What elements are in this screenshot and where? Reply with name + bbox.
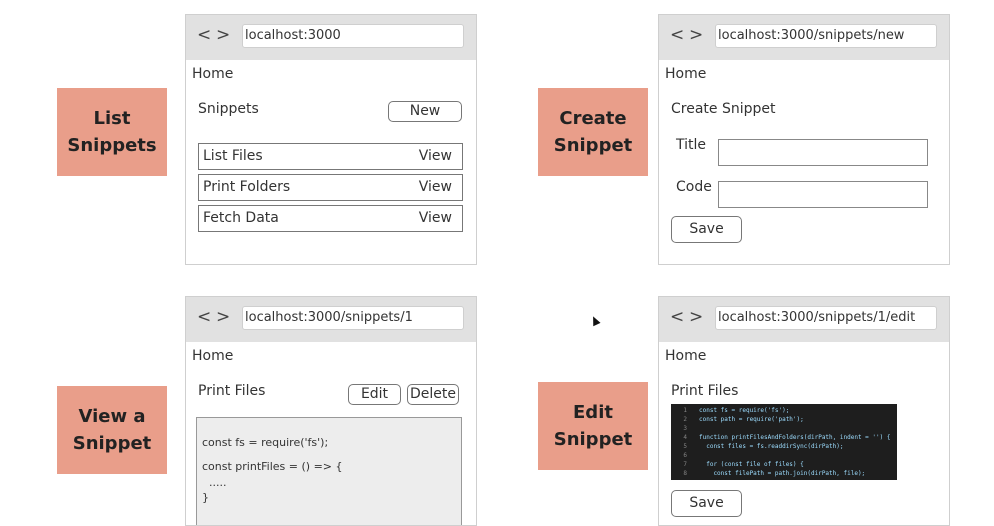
edit-button[interactable]: Edit (348, 384, 401, 405)
browser-toolbar: < > localhost:3000 (186, 15, 476, 60)
editor-line: 5 const files = fs.readdirSync(dirPath); (671, 442, 844, 451)
code-editor[interactable]: 1 const fs = require('fs'); 2 const path =… (671, 404, 897, 480)
browser-list-snippets: < > localhost:3000 Home Snippets New Lis… (185, 14, 477, 265)
url-bar[interactable]: localhost:3000/snippets/new (715, 24, 937, 48)
forward-icon[interactable]: > (216, 25, 230, 45)
browser-edit-snippet: < > localhost:3000/snippets/1/edit Home … (658, 296, 950, 526)
snippet-name: Print Folders (203, 179, 291, 195)
page-title: Create Snippet (671, 101, 776, 117)
new-button[interactable]: New (388, 101, 462, 122)
home-link[interactable]: Home (192, 348, 233, 364)
editor-line: 1 const fs = require('fs'); (671, 406, 789, 415)
url-bar[interactable]: localhost:3000 (242, 24, 464, 48)
line-text: const files = fs.readdirSync(dirPath); (699, 443, 844, 450)
label-line: Snippet (72, 433, 152, 454)
title-label: Title (676, 137, 707, 153)
list-item[interactable]: Print Folders View (198, 174, 463, 201)
home-link[interactable]: Home (665, 66, 706, 82)
label-line: Snippet (553, 429, 633, 450)
home-link[interactable]: Home (192, 66, 233, 82)
save-button[interactable]: Save (671, 490, 742, 517)
view-link[interactable]: View (419, 206, 452, 230)
home-link[interactable]: Home (665, 348, 706, 364)
label-line: List (93, 108, 131, 129)
editor-line: 8 const filePath = path.join(dirPath, fi… (671, 469, 865, 478)
view-link[interactable]: View (419, 144, 452, 168)
label-list-snippets: List Snippets (57, 88, 167, 176)
label-edit-snippet: Edit Snippet (538, 382, 648, 470)
editor-line: 7 for (const file of files) { (671, 460, 804, 469)
code-line: const fs = require('fs'); (202, 436, 329, 449)
list-item[interactable]: Fetch Data View (198, 205, 463, 232)
line-number: 4 (683, 434, 687, 441)
code-label: Code (676, 179, 712, 195)
save-button[interactable]: Save (671, 216, 742, 243)
line-text: for (const file of files) { (699, 461, 804, 468)
editor-line: 4 function printFilesAndFolders(dirPath, … (671, 433, 890, 442)
page-title: Snippets (198, 101, 259, 117)
line-text: const fs = require('fs'); (699, 407, 790, 414)
editor-line: 2 const path = require('path'); (671, 415, 804, 424)
back-icon[interactable]: < (197, 307, 211, 327)
code-line: const printFiles = () => { (202, 460, 343, 473)
mouse-cursor-icon (589, 314, 601, 327)
delete-button[interactable]: Delete (407, 384, 459, 405)
back-icon[interactable]: < (197, 25, 211, 45)
url-bar[interactable]: localhost:3000/snippets/1 (242, 306, 464, 330)
page-title: Print Files (671, 383, 739, 399)
forward-icon[interactable]: > (216, 307, 230, 327)
page-title: Print Files (198, 383, 266, 399)
line-number: 1 (683, 407, 687, 414)
label-line: Edit (573, 402, 613, 423)
label-line: View a (78, 406, 146, 427)
view-link[interactable]: View (419, 175, 452, 199)
line-number: 7 (683, 461, 687, 468)
forward-icon[interactable]: > (689, 307, 703, 327)
label-line: Create (559, 108, 627, 129)
label-create-snippet: Create Snippet (538, 88, 648, 176)
browser-create-snippet: < > localhost:3000/snippets/new Home Cre… (658, 14, 950, 265)
line-number: 3 (683, 425, 687, 432)
line-number: 8 (683, 470, 687, 477)
browser-view-snippet: < > localhost:3000/snippets/1 Home Print… (185, 296, 477, 526)
url-bar[interactable]: localhost:3000/snippets/1/edit (715, 306, 937, 330)
line-number: 2 (683, 416, 687, 423)
code-input[interactable] (718, 181, 928, 208)
label-line: Snippets (67, 135, 157, 156)
editor-line: 6 (671, 451, 699, 460)
line-text: function printFilesAndFolders(dirPath, i… (699, 434, 891, 441)
back-icon[interactable]: < (670, 25, 684, 45)
snippet-name: Fetch Data (203, 210, 279, 226)
line-text: const path = require('path'); (699, 416, 804, 423)
line-text: const filePath = path.join(dirPath, file… (699, 470, 866, 477)
back-icon[interactable]: < (670, 307, 684, 327)
title-input[interactable] (718, 139, 928, 166)
code-block: const fs = require('fs'); const printFil… (196, 417, 462, 525)
snippet-name: List Files (203, 148, 263, 164)
label-line: Snippet (553, 135, 633, 156)
label-view-snippet: View a Snippet (57, 386, 167, 474)
browser-toolbar: < > localhost:3000/snippets/new (659, 15, 949, 60)
list-item[interactable]: List Files View (198, 143, 463, 170)
forward-icon[interactable]: > (689, 25, 703, 45)
browser-toolbar: < > localhost:3000/snippets/1 (186, 297, 476, 342)
code-line: ..... (202, 476, 227, 489)
editor-line: 3 (671, 424, 699, 433)
line-number: 6 (683, 452, 687, 459)
browser-toolbar: < > localhost:3000/snippets/1/edit (659, 297, 949, 342)
code-line: } (202, 491, 209, 504)
line-number: 5 (683, 443, 687, 450)
